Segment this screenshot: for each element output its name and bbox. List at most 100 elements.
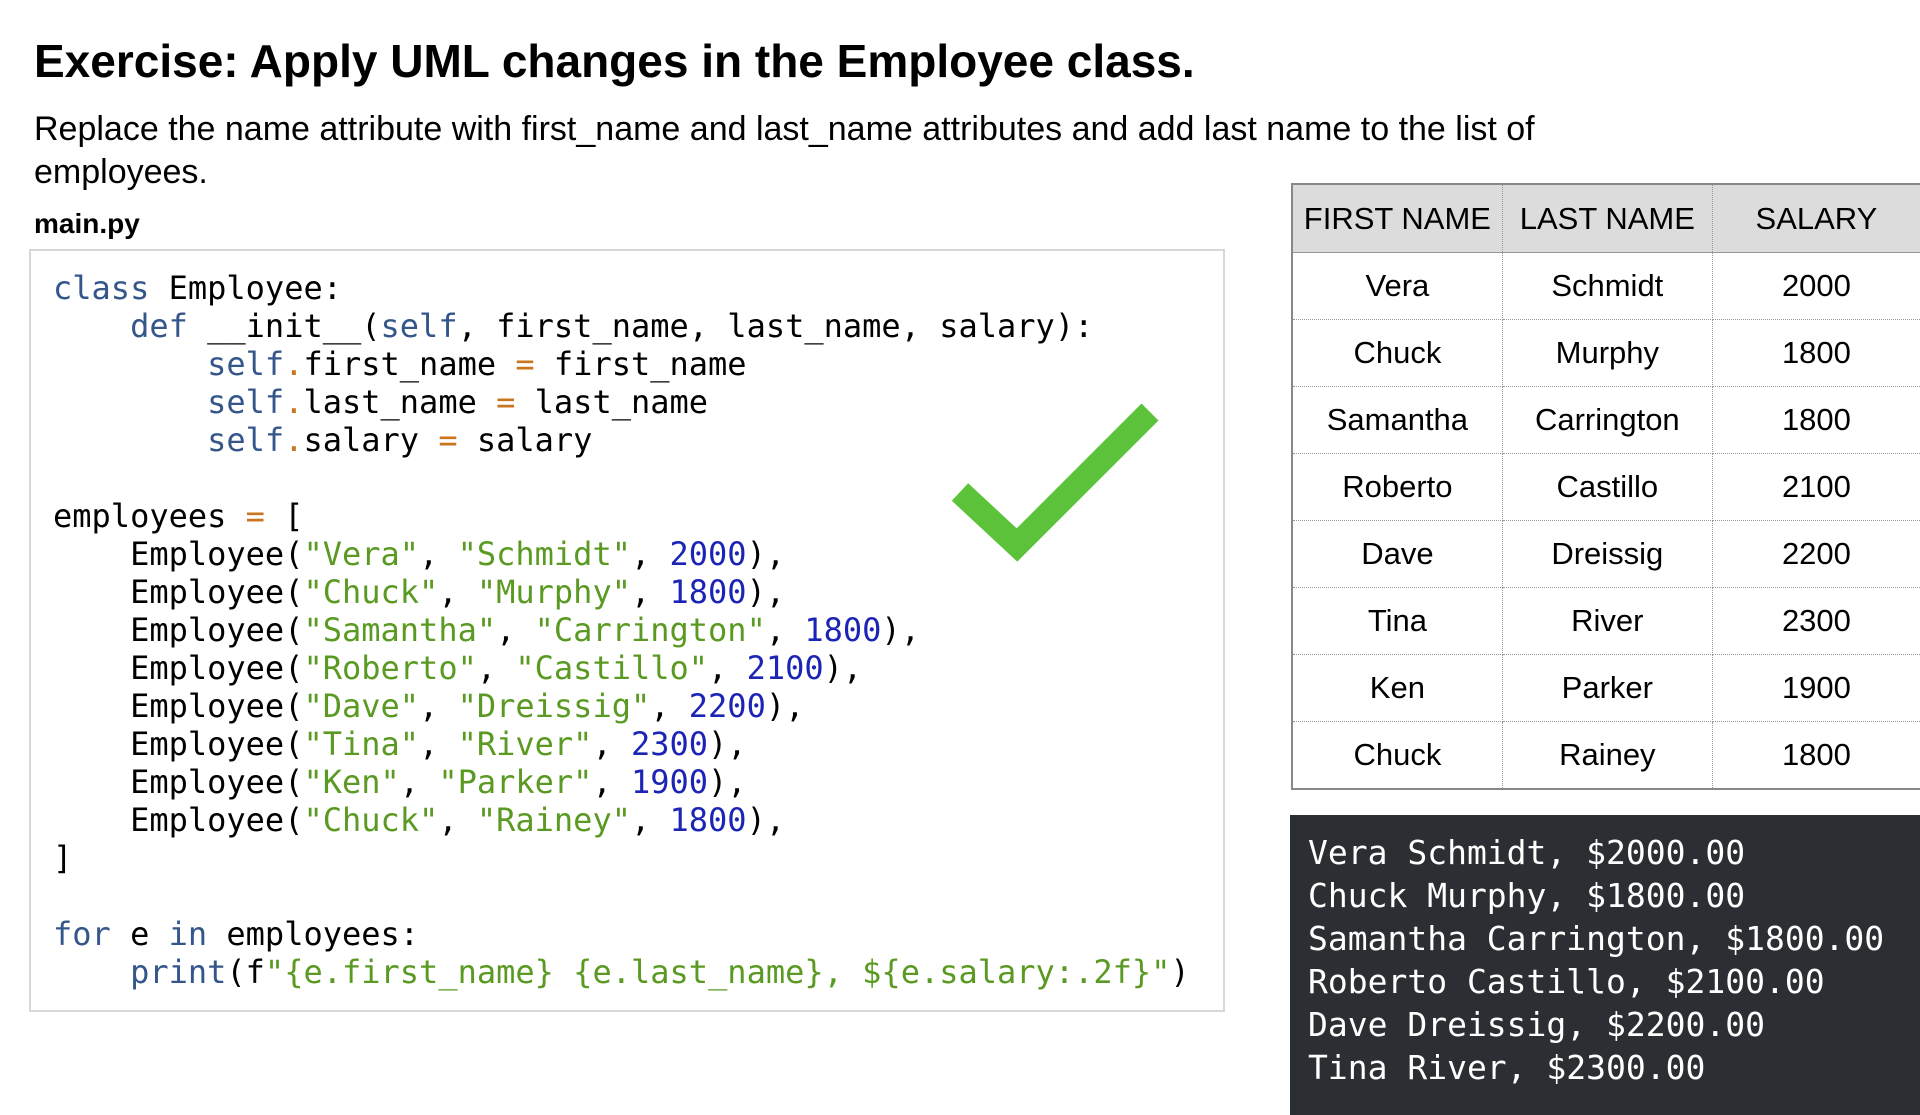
output-console[interactable]: Vera Schmidt, $2000.00 Chuck Murphy, $18…: [1290, 815, 1920, 1115]
code-token: Employee(: [130, 801, 304, 839]
editor-filename: main.py: [34, 208, 140, 239]
code-token: print: [130, 953, 227, 991]
column-header: LAST NAME: [1502, 184, 1713, 253]
cell-last-name: Murphy: [1502, 319, 1713, 387]
code-token: 2000: [669, 535, 747, 573]
page-title: Exercise: Apply UML changes in the Emplo…: [34, 35, 1195, 87]
code-token: f: [245, 953, 265, 991]
code-token: (: [226, 953, 246, 991]
code-token: "Vera": [303, 535, 420, 573]
code-token: ,: [438, 573, 477, 611]
check-mark-icon: [951, 403, 1159, 562]
code-token: ,: [419, 725, 458, 763]
code-token: 2300: [630, 725, 709, 763]
code-text[interactable]: class Employee: def __init__(self, first…: [53, 269, 1190, 991]
code-token: 1800: [669, 801, 747, 839]
cell-last-name: Dreissig: [1502, 520, 1713, 588]
employee-table: FIRST NAME LAST NAME SALARY Vera Schmidt 2…: [1291, 183, 1920, 790]
cell-last-name: Parker: [1502, 654, 1713, 722]
column-header: FIRST NAME: [1292, 184, 1503, 253]
cell-first-name: Dave: [1292, 520, 1503, 588]
table-row: Roberto Castillo 2100: [1292, 453, 1920, 521]
code-token: class: [53, 269, 150, 307]
code-token: salary: [303, 421, 439, 459]
code-token: ): [1170, 953, 1190, 991]
code-token: .: [284, 383, 304, 421]
code-token: e: [110, 915, 169, 953]
cell-last-name: Rainey: [1502, 721, 1713, 789]
code-token: ),: [708, 725, 747, 763]
code-token: ,: [765, 611, 805, 649]
code-token: ),: [746, 801, 786, 839]
cell-first-name: Tina: [1292, 587, 1503, 655]
code-token: ,: [708, 649, 747, 687]
cell-first-name: Samantha: [1292, 386, 1503, 454]
cell-salary: 2200: [1712, 520, 1920, 588]
code-token: ,: [650, 687, 689, 725]
code-token: ,: [476, 649, 516, 687]
code-token: "Roberto": [303, 649, 477, 687]
cell-salary: 1900: [1712, 654, 1920, 722]
code-token: , first_name, last_name, salary):: [457, 307, 1094, 345]
table-row: Vera Schmidt 2000: [1292, 252, 1920, 320]
table-row: Tina River 2300: [1292, 587, 1920, 655]
code-token: ),: [746, 573, 786, 611]
code-token: self: [207, 421, 285, 459]
code-token: Employee:: [149, 269, 342, 307]
console-output: Vera Schmidt, $2000.00 Chuck Murphy, $18…: [1308, 831, 1884, 1089]
code-token: "Dave": [303, 687, 420, 725]
code-token: "Samantha": [303, 611, 497, 649]
cell-salary: 2100: [1712, 453, 1920, 521]
column-header: SALARY: [1712, 184, 1920, 253]
cell-salary: 2300: [1712, 587, 1920, 655]
code-token: ,: [592, 763, 631, 801]
code-token: ),: [765, 687, 805, 725]
code-token: "River": [457, 725, 593, 763]
code-token: ,: [438, 801, 477, 839]
cell-first-name: Ken: [1292, 654, 1503, 722]
code-token: first_name: [303, 345, 516, 383]
cell-last-name: Carrington: [1502, 386, 1713, 454]
cell-first-name: Chuck: [1292, 721, 1503, 789]
code-token: in: [168, 915, 208, 953]
code-token: 1900: [630, 763, 709, 801]
code-token: =: [245, 497, 265, 535]
table-row: Chuck Rainey 1800: [1292, 721, 1920, 789]
code-token: 1800: [804, 611, 882, 649]
table-row: Chuck Murphy 1800: [1292, 319, 1920, 387]
code-token: ),: [708, 763, 747, 801]
code-token: "Castillo": [515, 649, 709, 687]
code-token: self: [380, 307, 458, 345]
code-token: .: [284, 345, 304, 383]
code-token: ),: [881, 611, 920, 649]
code-token: Employee(: [130, 611, 304, 649]
code-editor[interactable]: class Employee: def __init__(self, first…: [29, 249, 1225, 1012]
code-token: =: [438, 421, 458, 459]
code-token: ,: [630, 801, 670, 839]
cell-salary: 1800: [1712, 386, 1920, 454]
code-token: ,: [419, 687, 458, 725]
code-token: "Rainey": [476, 801, 631, 839]
code-token: "Murphy": [476, 573, 631, 611]
code-token: ,: [419, 535, 458, 573]
cell-salary: 2000: [1712, 252, 1920, 320]
code-token: salary: [457, 421, 593, 459]
code-token: "Dreissig": [457, 687, 651, 725]
code-token: Employee(: [130, 649, 304, 687]
exercise-description: Replace the name attribute with first_na…: [34, 110, 1535, 191]
code-token: for: [53, 915, 111, 953]
code-token: Employee(: [130, 535, 304, 573]
table-row: Dave Dreissig 2200: [1292, 520, 1920, 588]
code-token: Employee(: [130, 687, 304, 725]
code-token: def: [130, 307, 188, 345]
code-token: ),: [746, 535, 786, 573]
table-header-row: FIRST NAME LAST NAME SALARY: [1292, 184, 1920, 253]
cell-first-name: Roberto: [1292, 453, 1503, 521]
code-token: self: [207, 383, 285, 421]
output-line: Chuck Murphy, $1800.00: [1308, 876, 1746, 915]
code-token: "Schmidt": [457, 535, 631, 573]
code-token: "Ken": [303, 763, 400, 801]
code-token: 1800: [669, 573, 747, 611]
code-token: "Parker": [438, 763, 593, 801]
code-token: 2100: [746, 649, 824, 687]
